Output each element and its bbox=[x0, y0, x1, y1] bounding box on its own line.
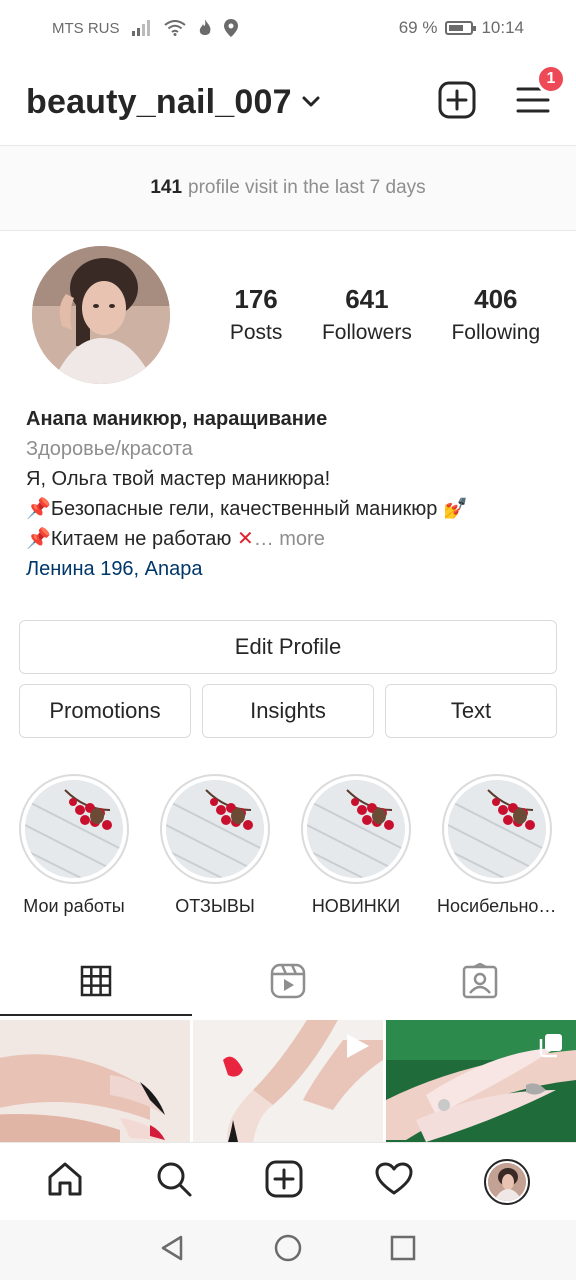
grid-icon bbox=[80, 965, 112, 1002]
highlight-label: НОВИНКИ bbox=[311, 896, 401, 916]
wifi-icon bbox=[163, 20, 186, 36]
menu-button[interactable]: 1 bbox=[516, 63, 566, 119]
following-label: Following bbox=[451, 321, 541, 344]
text-button[interactable]: Text bbox=[385, 684, 557, 738]
posts-stat[interactable]: 176 Posts bbox=[230, 284, 283, 345]
tab-tagged[interactable] bbox=[384, 950, 576, 1016]
highlight-cover-image bbox=[166, 780, 264, 878]
followers-label: Followers bbox=[321, 321, 412, 344]
promotions-button[interactable]: Promotions bbox=[19, 684, 191, 738]
profile-tabs bbox=[0, 950, 576, 1016]
post-thumbnail[interactable] bbox=[386, 1020, 576, 1142]
notification-badge: 1 bbox=[536, 63, 566, 94]
pushpin-icon: 📌 bbox=[26, 498, 51, 520]
posts-grid bbox=[0, 1020, 576, 1142]
highlight-cover-image bbox=[448, 780, 546, 878]
highlight-item[interactable]: ОТЗЫВЫ bbox=[160, 774, 270, 917]
post-thumbnail[interactable] bbox=[193, 1020, 383, 1142]
visits-divider bbox=[0, 230, 576, 231]
status-bar: MTS RUS 69 % 10:14 bbox=[0, 0, 576, 56]
highlight-item[interactable]: Носибельность bbox=[437, 774, 557, 917]
profile-category: Здоровье/красота bbox=[26, 438, 193, 460]
bottom-navigation bbox=[0, 1142, 576, 1220]
bio-line-1: Я, Ольга твой мастер маникюра! bbox=[26, 468, 331, 490]
highlight-cover-image bbox=[307, 780, 405, 878]
activity-heart-icon[interactable] bbox=[375, 1162, 413, 1201]
cross-mark-icon: ✕ bbox=[236, 528, 254, 550]
posts-count: 176 bbox=[234, 284, 278, 314]
highlight-item[interactable]: НОВИНКИ bbox=[301, 774, 411, 917]
tab-reels[interactable] bbox=[192, 950, 384, 1016]
post-thumbnail[interactable] bbox=[0, 1020, 190, 1142]
home-circle-icon[interactable] bbox=[273, 1233, 303, 1268]
carrier-label: MTS RUS bbox=[52, 19, 120, 37]
highlight-label: ОТЗЫВЫ bbox=[175, 896, 255, 916]
profile-visits-banner[interactable]: 141 profile visit in the last 7 days bbox=[0, 146, 576, 230]
clock: 10:14 bbox=[481, 18, 524, 37]
system-navigation-bar bbox=[0, 1220, 576, 1280]
nail-polish-icon: 💅 bbox=[442, 498, 468, 520]
followers-stat[interactable]: 641 Followers bbox=[322, 284, 412, 345]
home-icon[interactable] bbox=[46, 1161, 84, 1202]
edit-profile-button[interactable]: Edit Profile bbox=[19, 620, 557, 674]
insights-button[interactable]: Insights bbox=[202, 684, 374, 738]
following-stat[interactable]: 406 Following bbox=[451, 284, 540, 345]
tagged-icon bbox=[462, 962, 498, 1004]
profile-stats: 176 Posts 641 Followers 406 Following bbox=[210, 284, 560, 345]
flame-icon bbox=[198, 19, 212, 37]
visits-text: profile visit in the last 7 days bbox=[188, 177, 426, 198]
profile-avatar[interactable] bbox=[32, 246, 170, 384]
reels-icon bbox=[270, 963, 306, 1004]
bio-line-2: 📌Безопасные гели, качественный маникюр 💅 bbox=[26, 498, 468, 520]
highlight-label: Мои работы bbox=[23, 896, 125, 916]
bio-more-link[interactable]: … more bbox=[254, 528, 325, 550]
carousel-icon bbox=[538, 1032, 564, 1063]
new-post-icon[interactable] bbox=[438, 81, 476, 124]
highlight-item[interactable]: Мои работы bbox=[19, 774, 129, 917]
followers-count: 641 bbox=[345, 284, 389, 314]
battery-percent: 69 % bbox=[398, 18, 438, 37]
recents-square-icon[interactable] bbox=[389, 1234, 417, 1267]
location-pin-icon bbox=[223, 19, 238, 37]
hamburger-menu-icon bbox=[516, 87, 550, 118]
back-icon[interactable] bbox=[159, 1234, 187, 1267]
bio-line-3: 📌Китаем не работаю ✕… more bbox=[26, 528, 325, 550]
profile-name: Анапа маникюр, наращивание bbox=[26, 408, 328, 430]
profile-bio: Анапа маникюр, наращивание Здоровье/крас… bbox=[26, 404, 556, 584]
profile-tab-avatar[interactable] bbox=[484, 1158, 531, 1205]
highlight-label: Носибельность bbox=[437, 896, 557, 916]
highlight-cover-image bbox=[25, 780, 123, 878]
search-icon[interactable] bbox=[155, 1160, 193, 1203]
username-switcher[interactable]: beauty_nail_007 bbox=[26, 83, 292, 122]
reel-play-icon bbox=[345, 1032, 371, 1065]
create-icon[interactable] bbox=[265, 1160, 303, 1203]
tab-posts-grid[interactable] bbox=[0, 950, 192, 1016]
signal-icon bbox=[131, 20, 152, 36]
profile-header: beauty_nail_007 1 bbox=[0, 62, 576, 142]
chevron-down-icon[interactable] bbox=[302, 96, 320, 108]
visits-count: 141 bbox=[150, 177, 183, 198]
location-link[interactable]: Ленина 196, Anapa bbox=[26, 554, 556, 584]
battery-icon bbox=[445, 21, 477, 35]
posts-label: Posts bbox=[229, 321, 283, 344]
following-count: 406 bbox=[474, 284, 518, 314]
pushpin-icon: 📌 bbox=[26, 528, 51, 550]
